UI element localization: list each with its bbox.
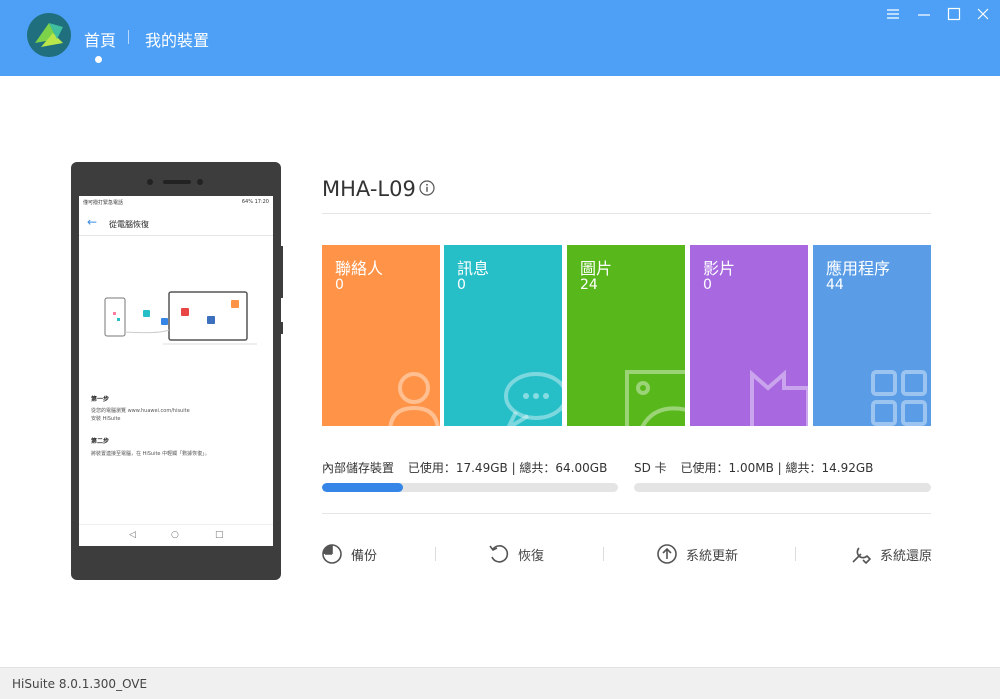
info-icon[interactable] — [419, 180, 435, 196]
sd-storage-used: 已使用：1.00MB — [680, 461, 774, 475]
phone-status-bar: 僅可撥打緊急電話 64% 17:20 — [83, 199, 269, 206]
system-restore-button[interactable]: 系統還原 — [850, 542, 932, 566]
minimize-icon[interactable] — [916, 6, 932, 22]
phone-screen-title: 從電腦恢復 — [109, 220, 149, 229]
tile-label: 應用程序 — [826, 259, 891, 278]
maximize-icon[interactable] — [946, 6, 962, 22]
system-update-icon — [657, 544, 677, 564]
device-name: MHA-L09 — [322, 177, 416, 201]
internal-storage-label: 內部儲存裝置 — [322, 461, 395, 475]
tile-count: 0 — [703, 277, 712, 293]
version-label: HiSuite 8.0.1.300_OVE — [12, 677, 148, 691]
backup-button[interactable]: 備份 — [321, 542, 377, 566]
action-separator — [603, 547, 604, 561]
menu-icon[interactable] — [885, 6, 901, 22]
tile-apps[interactable]: 應用程序 44 — [813, 245, 931, 426]
action-separator — [795, 547, 796, 561]
sd-storage-total: 總共：14.92GB — [785, 461, 874, 475]
tile-label: 聯絡人 — [335, 259, 384, 278]
tile-label: 訊息 — [457, 259, 490, 278]
step2-title: 第二步 — [91, 438, 110, 445]
nav-recent-icon: □ — [215, 530, 224, 540]
video-icon — [750, 369, 808, 426]
tile-label: 圖片 — [580, 259, 613, 278]
nav-back-icon: ◁ — [129, 530, 136, 540]
restore-button[interactable]: 恢復 — [488, 542, 544, 566]
phone-sensor — [147, 179, 153, 185]
apps-icon — [871, 370, 927, 426]
close-icon[interactable] — [975, 6, 991, 22]
step1-title: 第一步 — [91, 396, 110, 403]
back-arrow-icon: ← — [87, 215, 98, 229]
phone-camera — [197, 179, 203, 185]
step2-text: 將裝置連接至電腦，在 HiSuite 中輕觸「數據恢復」。 — [91, 451, 210, 457]
phone-title-bar: ← 從電腦恢復 — [79, 210, 273, 236]
internal-storage-total: 總共：64.00GB — [519, 461, 608, 475]
action-separator — [435, 547, 436, 561]
tile-contacts[interactable]: 聯絡人 0 — [322, 245, 440, 426]
tile-images[interactable]: 圖片 24 — [567, 245, 685, 426]
tile-videos[interactable]: 影片 0 — [690, 245, 808, 426]
image-icon — [625, 370, 685, 426]
nav-active-indicator — [95, 56, 102, 63]
contact-icon — [388, 372, 440, 426]
phone-side-button — [281, 322, 283, 334]
phone-preview: 僅可撥打緊急電話 64% 17:20 ← 從電腦恢復 第一步 從您的電腦瀏覽 w… — [71, 162, 281, 580]
tile-count: 0 — [335, 277, 344, 293]
divider — [322, 213, 931, 214]
message-icon — [504, 372, 562, 426]
system-restore-icon — [852, 547, 871, 564]
tile-count: 0 — [457, 277, 466, 293]
phone-screen: 僅可撥打緊急電話 64% 17:20 ← 從電腦恢復 第一步 從您的電腦瀏覽 w… — [79, 196, 273, 546]
system-update-button[interactable]: 系統更新 — [656, 542, 738, 566]
tile-messages[interactable]: 訊息 0 — [444, 245, 562, 426]
sd-storage-label: SD 卡 — [634, 461, 667, 475]
backup-icon — [322, 544, 342, 564]
sd-storage-bar — [634, 483, 931, 492]
restore-icon — [489, 545, 509, 563]
nav-separator — [128, 30, 129, 44]
nav-home-icon: ○ — [171, 530, 179, 540]
divider — [322, 513, 931, 514]
step1-text: 安裝 HiSuite — [91, 416, 121, 422]
internal-storage-used: 已使用：17.49GB — [407, 461, 508, 475]
phone-nav-bar: ◁ ○ □ — [79, 524, 273, 546]
tile-label: 影片 — [703, 259, 736, 278]
nav-home[interactable]: 首頁 — [84, 27, 116, 51]
header-bar: 首頁 我的裝置 — [0, 0, 1000, 76]
internal-storage-bar — [322, 483, 618, 492]
internal-storage-fill — [322, 483, 403, 492]
phone-speaker — [163, 180, 191, 184]
hisuite-logo-icon — [27, 13, 71, 57]
tile-count: 44 — [826, 277, 844, 293]
footer-bar: HiSuite 8.0.1.300_OVE — [0, 667, 1000, 699]
nav-my-device[interactable]: 我的裝置 — [145, 27, 209, 51]
phone-side-button — [281, 246, 283, 298]
internal-storage-info: 內部儲存裝置 已使用：17.49GB | 總共：64.00GB — [322, 461, 608, 475]
tile-count: 24 — [580, 277, 598, 293]
sd-storage-info: SD 卡 已使用：1.00MB | 總共：14.92GB — [634, 461, 874, 475]
step1-text: 從您的電腦瀏覽 www.huawei.com/hisuite — [91, 408, 190, 414]
phone-to-pc-illustration — [99, 286, 259, 356]
